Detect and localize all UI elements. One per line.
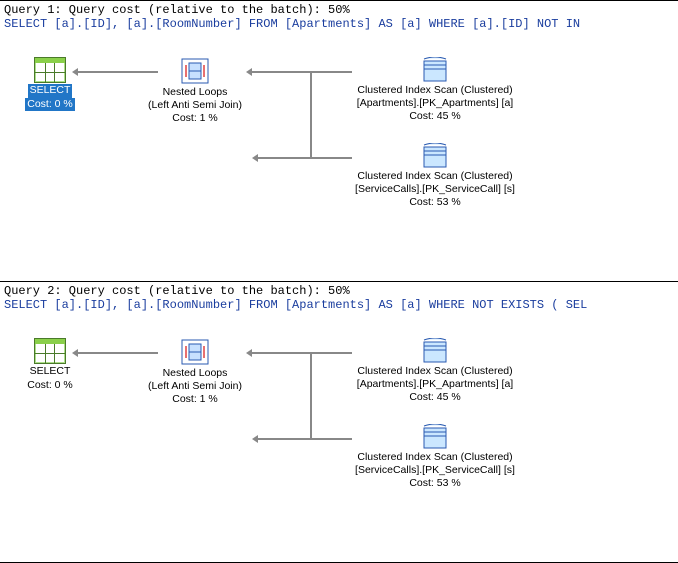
op-title: Clustered Index Scan (Clustered) (335, 170, 535, 183)
op-clustered-index-scan-servicecalls[interactable]: Clustered Index Scan (Clustered) [Servic… (335, 143, 535, 209)
op-title: Clustered Index Scan (Clustered) (335, 451, 535, 464)
op-cost: Cost: 1 % (120, 112, 270, 125)
clustered-index-scan-icon (420, 57, 450, 83)
op-title: Nested Loops (120, 86, 270, 99)
op-select[interactable]: SELECT Cost: 0 % (18, 57, 82, 111)
op-cost: Cost: 53 % (335, 477, 535, 490)
execution-plan[interactable]: SELECT Cost: 0 % Nested Loops (Left Anti… (0, 51, 678, 231)
table-icon (34, 338, 66, 364)
op-subtitle: [ServiceCalls].[PK_ServiceCall] [s] (335, 464, 535, 477)
plan-connector (310, 71, 312, 159)
query-sql: SELECT [a].[ID], [a].[RoomNumber] FROM [… (0, 298, 678, 312)
op-title: Nested Loops (120, 367, 270, 380)
op-cost: Cost: 0 % (25, 379, 75, 393)
op-subtitle: (Left Anti Semi Join) (120, 99, 270, 112)
query-header: Query 1: Query cost (relative to the bat… (0, 3, 678, 17)
op-title: Clustered Index Scan (Clustered) (335, 365, 535, 378)
op-cost: Cost: 45 % (335, 391, 535, 404)
op-cost: Cost: 45 % (335, 110, 535, 123)
query-block-1: Query 1: Query cost (relative to the bat… (0, 0, 678, 231)
op-label: SELECT (28, 365, 73, 379)
nested-loops-icon (180, 57, 210, 85)
clustered-index-scan-icon (420, 143, 450, 169)
clustered-index-scan-icon (420, 338, 450, 364)
nested-loops-icon (180, 338, 210, 366)
op-label: SELECT (28, 84, 73, 98)
execution-plan[interactable]: SELECT Cost: 0 % Nested Loops (Left Anti… (0, 332, 678, 512)
clustered-index-scan-icon (420, 424, 450, 450)
op-subtitle: (Left Anti Semi Join) (120, 380, 270, 393)
op-cost: Cost: 1 % (120, 393, 270, 406)
op-subtitle: [ServiceCalls].[PK_ServiceCall] [s] (335, 183, 535, 196)
op-clustered-index-scan-apartments[interactable]: Clustered Index Scan (Clustered) [Apartm… (335, 338, 535, 404)
op-clustered-index-scan-apartments[interactable]: Clustered Index Scan (Clustered) [Apartm… (335, 57, 535, 123)
op-subtitle: [Apartments].[PK_Apartments] [a] (335, 378, 535, 391)
op-cost: Cost: 0 % (25, 98, 75, 112)
query-block-2: Query 2: Query cost (relative to the bat… (0, 281, 678, 512)
op-clustered-index-scan-servicecalls[interactable]: Clustered Index Scan (Clustered) [Servic… (335, 424, 535, 490)
op-title: Clustered Index Scan (Clustered) (335, 84, 535, 97)
op-subtitle: [Apartments].[PK_Apartments] [a] (335, 97, 535, 110)
op-cost: Cost: 53 % (335, 196, 535, 209)
query-header: Query 2: Query cost (relative to the bat… (0, 284, 678, 298)
query-sql: SELECT [a].[ID], [a].[RoomNumber] FROM [… (0, 17, 678, 31)
plan-connector (310, 352, 312, 440)
table-icon (34, 57, 66, 83)
op-select[interactable]: SELECT Cost: 0 % (18, 338, 82, 392)
